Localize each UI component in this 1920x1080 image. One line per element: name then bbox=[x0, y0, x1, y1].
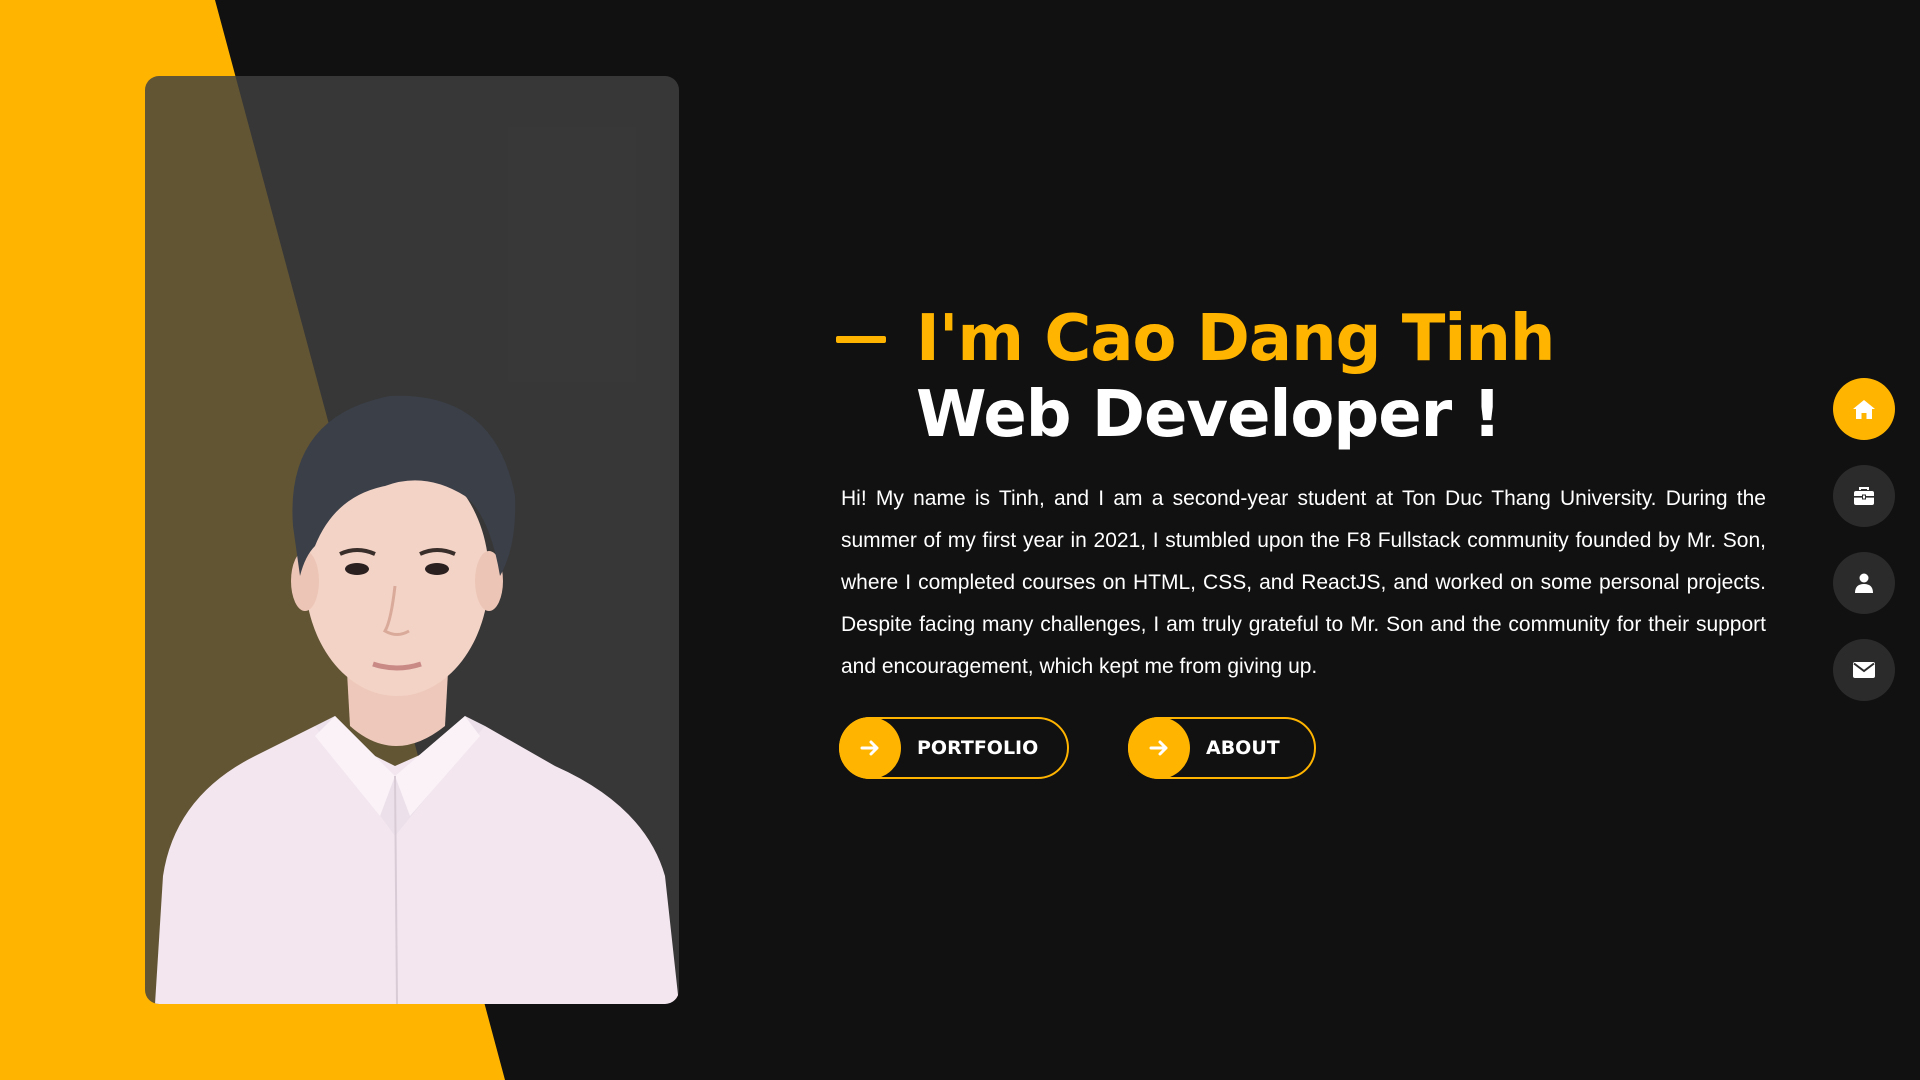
arrow-right-icon bbox=[839, 717, 901, 779]
home-icon bbox=[1853, 400, 1875, 419]
arrow-right-icon bbox=[1128, 717, 1190, 779]
profile-portrait-illustration bbox=[155, 395, 679, 1004]
nav-contact[interactable] bbox=[1833, 639, 1895, 701]
briefcase-icon bbox=[1854, 487, 1874, 505]
portfolio-button-label: PORTFOLIO bbox=[917, 737, 1039, 759]
nav-home[interactable] bbox=[1833, 378, 1895, 440]
nav-portfolio[interactable] bbox=[1833, 465, 1895, 527]
home-page: I'm Cao Dang Tinh Web Developer ! Hi! My… bbox=[0, 0, 1920, 1080]
hero-bio: Hi! My name is Tinh, and I am a second-y… bbox=[841, 487, 1766, 678]
envelope-icon bbox=[1853, 662, 1875, 678]
hero-name: I'm Cao Dang Tinh bbox=[916, 302, 1555, 376]
about-button[interactable]: ABOUT bbox=[1128, 717, 1316, 779]
about-button-label: ABOUT bbox=[1206, 737, 1280, 759]
nav-about[interactable] bbox=[1833, 552, 1895, 614]
portfolio-button[interactable]: PORTFOLIO bbox=[839, 717, 1069, 779]
profile-photo bbox=[145, 76, 679, 1004]
hero-role: Web Developer ! bbox=[916, 378, 1502, 452]
user-icon bbox=[1855, 573, 1873, 593]
title-accent-dash bbox=[836, 336, 886, 343]
